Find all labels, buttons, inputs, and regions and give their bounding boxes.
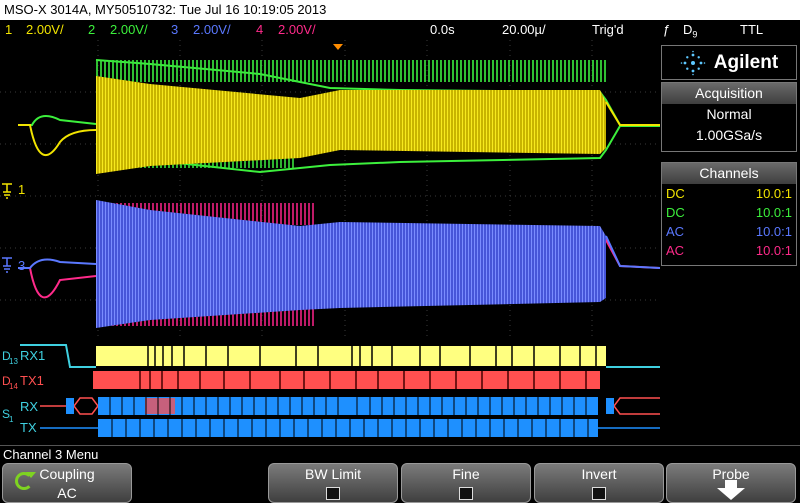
menu-title: Channel 3 Menu (0, 445, 800, 463)
channel-2-probe-ratio: 10.0:1 (755, 205, 792, 220)
fine-checkbox[interactable] (459, 487, 473, 500)
softkey-bar: Coupling AC BW Limit Fine Invert Probe (0, 462, 800, 503)
bw-limit-checkbox[interactable] (326, 487, 340, 500)
channel-row-2[interactable]: DC 10.0:1 (662, 203, 796, 222)
channel-3-coupling: AC (666, 224, 685, 239)
d14-subscript: 14 (9, 382, 18, 391)
ch2-scale[interactable]: 2.00V/ (110, 20, 148, 40)
fine-softkey[interactable]: Fine (401, 463, 531, 503)
s1-subscript: 1 (9, 415, 14, 424)
ch4-number[interactable]: 4 (256, 20, 263, 40)
invert-label: Invert (581, 466, 617, 482)
ch1-marker-label: 1 (18, 182, 25, 197)
invert-softkey[interactable]: Invert (534, 463, 664, 503)
brand-panel: Agilent (661, 45, 797, 80)
channels-panel[interactable]: Channels DC 10.0:1 DC 10.0:1 AC 10.0:1 A… (661, 162, 797, 266)
trigger-edge-icon: ƒ (663, 22, 671, 37)
ch1-number[interactable]: 1 (5, 20, 12, 40)
timebase-readout[interactable]: 20.00µ/ (502, 20, 546, 40)
ch3-number[interactable]: 3 (171, 20, 178, 40)
sample-rate: 1.00GSa/s (695, 127, 763, 143)
coupling-label: Coupling (39, 466, 95, 482)
bw-limit-label: BW Limit (305, 466, 361, 482)
serial-tx-label: TX (20, 420, 37, 435)
d13-label: RX1 (20, 348, 45, 363)
d14-label: TX1 (20, 373, 44, 388)
serial-rx-label: RX (20, 399, 38, 414)
channel-2-coupling: DC (666, 205, 685, 220)
coupling-value: AC (57, 485, 77, 501)
ch1-scale[interactable]: 2.00V/ (26, 20, 64, 40)
window-title: MSO-X 3014A, MY50510732: Tue Jul 16 10:1… (0, 0, 800, 20)
ch3-scale[interactable]: 2.00V/ (193, 20, 231, 40)
trigger-level[interactable]: TTL (740, 20, 763, 40)
digital-d13-row[interactable]: D 13 RX1 (2, 344, 660, 368)
status-bar: 1 2.00V/ 2 2.00V/ 3 2.00V/ 4 2.00V/ 0.0s… (0, 20, 800, 40)
channel-1-probe-ratio: 10.0:1 (755, 186, 792, 201)
channel-row-4[interactable]: AC 10.0:1 (662, 241, 796, 260)
probe-softkey[interactable]: Probe (666, 463, 796, 503)
trigger-state: Trig'd (592, 22, 624, 37)
channel-row-3[interactable]: AC 10.0:1 (662, 222, 796, 241)
trigger-source[interactable]: D9 (683, 20, 697, 45)
channels-heading: Channels (662, 163, 796, 184)
invert-checkbox[interactable] (592, 487, 606, 500)
agilent-spark-icon (680, 50, 706, 75)
delay-readout[interactable]: 0.0s (430, 20, 455, 40)
waveform-display[interactable]: 1 3 D 13 RX1 D 14 TX1 S 1 RX TX (0, 40, 660, 445)
coupling-softkey[interactable]: Coupling AC (2, 463, 132, 503)
ch4-scale[interactable]: 2.00V/ (278, 20, 316, 40)
down-arrow-icon (717, 480, 745, 500)
bw-limit-softkey[interactable]: BW Limit (268, 463, 398, 503)
channel-4-probe-ratio: 10.0:1 (755, 243, 792, 258)
d13-subscript: 13 (9, 357, 18, 366)
acquisition-mode: Normal (706, 106, 752, 122)
brand-name: Agilent (713, 51, 779, 73)
ch2-number[interactable]: 2 (88, 20, 95, 40)
channel-3-probe-ratio: 10.0:1 (755, 224, 792, 239)
fine-label: Fine (452, 466, 480, 482)
acquisition-panel[interactable]: Acquisition Normal 1.00GSa/s (661, 82, 797, 152)
ch3-marker-label: 3 (18, 258, 25, 273)
channel-1-coupling: DC (666, 186, 685, 201)
acquisition-heading: Acquisition (662, 83, 796, 104)
channel-4-coupling: AC (666, 243, 685, 258)
channel-row-1[interactable]: DC 10.0:1 (662, 184, 796, 203)
